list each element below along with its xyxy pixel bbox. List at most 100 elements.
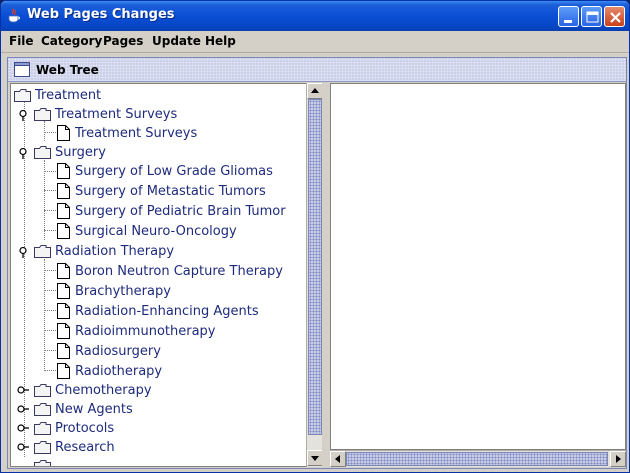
tree-node-page[interactable]: Radiotherapy: [11, 362, 301, 381]
tree-node-page[interactable]: Radiosurgery: [11, 342, 301, 361]
tree-node-label: Research: [55, 440, 115, 455]
content-horizontal-scrollbar[interactable]: [330, 450, 626, 467]
tree-vertical-scrollbar[interactable]: [306, 83, 323, 467]
java-cup-icon: [8, 8, 20, 23]
page-icon: [57, 283, 70, 299]
tree-node-label: Surgery of Pediatric Brain Tumor: [75, 204, 286, 219]
tree-node-page[interactable]: Surgery of Metastatic Tumors: [11, 182, 301, 201]
tree-node-label: Chemotherapy: [55, 383, 152, 398]
tree-root-node[interactable]: Treatment: [11, 86, 301, 105]
tree-node-page[interactable]: Treatment Surveys: [11, 124, 301, 143]
arrow-left-icon: [335, 455, 340, 463]
page-icon: [57, 203, 70, 219]
arrow-down-icon: [311, 456, 319, 461]
menu-pages[interactable]: Pages: [103, 34, 143, 48]
tree-node-folder[interactable]: Treatment Surveys: [11, 105, 301, 124]
menu-category[interactable]: Category: [41, 34, 102, 48]
tree-node-folder[interactable]: Chemotherapy: [11, 381, 301, 400]
tree-node-folder[interactable]: [11, 457, 301, 466]
scroll-thumb[interactable]: [346, 452, 608, 466]
expanded-handle-icon[interactable]: [19, 247, 30, 258]
tree-node-label: Brachytherapy: [75, 284, 171, 299]
tree-node-label: Treatment Surveys: [75, 126, 198, 141]
collapsed-handle-icon[interactable]: [17, 442, 30, 453]
folder-icon: [34, 245, 51, 258]
tree-node-page[interactable]: Surgical Neuro-Oncology: [11, 222, 301, 241]
panel-title: Web Tree: [36, 63, 99, 77]
collapsed-handle-icon[interactable]: [17, 404, 30, 415]
scroll-right-button[interactable]: [610, 451, 626, 467]
page-icon: [57, 323, 70, 339]
page-icon: [57, 125, 70, 141]
tree-node-folder[interactable]: Surgery: [11, 143, 301, 162]
page-icon: [57, 263, 70, 279]
folder-icon: [14, 89, 31, 102]
tree-node-label: Radioimmunotherapy: [75, 324, 216, 339]
folder-icon: [34, 146, 51, 159]
page-content-pane[interactable]: [330, 83, 626, 450]
tree-node-label: Radiosurgery: [75, 344, 161, 359]
app-window: Web Pages Changes File Category Pages Up…: [0, 0, 630, 473]
scroll-left-button[interactable]: [330, 451, 346, 467]
tree-node-page[interactable]: Surgery of Pediatric Brain Tumor: [11, 202, 301, 221]
title-bar[interactable]: Web Pages Changes: [1, 1, 629, 31]
tree-node-page[interactable]: Brachytherapy: [11, 282, 301, 301]
close-button[interactable]: [604, 6, 625, 27]
collapsed-handle-icon[interactable]: [17, 385, 30, 396]
tree-node-page[interactable]: Boron Neutron Capture Therapy: [11, 262, 301, 281]
tree-node-page[interactable]: Surgery of Low Grade Gliomas: [11, 162, 301, 181]
split-pane-divider[interactable]: [322, 83, 330, 467]
close-icon: [610, 12, 621, 23]
menu-help[interactable]: Help: [205, 34, 236, 48]
scroll-up-button[interactable]: [307, 83, 323, 99]
scroll-down-button[interactable]: [307, 450, 323, 466]
arrow-right-icon: [616, 455, 621, 463]
folder-icon: [34, 460, 51, 466]
page-icon: [57, 163, 70, 179]
page-icon: [57, 343, 70, 359]
folder-icon: [34, 384, 51, 397]
minimize-icon: [564, 20, 572, 23]
tree-node-label: Boron Neutron Capture Therapy: [75, 264, 283, 279]
tree-node-page[interactable]: Radioimmunotherapy: [11, 322, 301, 341]
tree-node-page[interactable]: Radiation-Enhancing Agents: [11, 302, 301, 321]
tree-node-folder[interactable]: Radiation Therapy: [11, 242, 301, 261]
maximize-button[interactable]: [581, 6, 602, 27]
tree-node-folder[interactable]: New Agents: [11, 400, 301, 419]
page-icon: [57, 363, 70, 379]
maximize-icon: [586, 11, 599, 23]
tree-node-label: Surgery of Low Grade Gliomas: [75, 164, 273, 179]
page-icon: [57, 303, 70, 319]
panel-title-bar[interactable]: Web Tree: [8, 58, 626, 82]
web-tree[interactable]: Treatment Treatment Surveys Treatment Su…: [10, 83, 310, 467]
window-icon: [14, 62, 30, 77]
menu-bar: File Category Pages Update Help: [1, 31, 629, 53]
tree-node-label: Surgical Neuro-Oncology: [75, 224, 237, 239]
tree-node-label: Surgery: [55, 145, 106, 160]
web-tree-panel: Web Tree Treatment Treatment Surveys Tre…: [7, 57, 627, 469]
menu-update[interactable]: Update: [152, 34, 201, 48]
scroll-thumb[interactable]: [308, 99, 322, 435]
tree-node-label: Treatment Surveys: [55, 107, 178, 122]
tree-node-label: Treatment: [35, 88, 102, 103]
tree-node-label: Surgery of Metastatic Tumors: [75, 184, 266, 199]
folder-icon: [34, 441, 51, 454]
arrow-up-icon: [311, 88, 319, 93]
menu-file[interactable]: File: [9, 34, 34, 48]
collapsed-handle-icon[interactable]: [17, 423, 30, 434]
expanded-handle-icon[interactable]: [19, 148, 30, 159]
folder-icon: [34, 422, 51, 435]
tree-node-folder[interactable]: Protocols: [11, 419, 301, 438]
minimize-button[interactable]: [558, 6, 579, 27]
tree-node-label: Radiotherapy: [75, 364, 163, 379]
folder-icon: [34, 403, 51, 416]
tree-node-label: Radiation-Enhancing Agents: [75, 304, 259, 319]
page-icon: [57, 223, 70, 239]
page-icon: [57, 183, 70, 199]
tree-node-label: New Agents: [55, 402, 133, 417]
window-title: Web Pages Changes: [27, 7, 175, 22]
tree-node-folder[interactable]: Research: [11, 438, 301, 457]
tree-node-label: Protocols: [55, 421, 115, 436]
expanded-handle-icon[interactable]: [19, 110, 30, 121]
folder-icon: [34, 108, 51, 121]
